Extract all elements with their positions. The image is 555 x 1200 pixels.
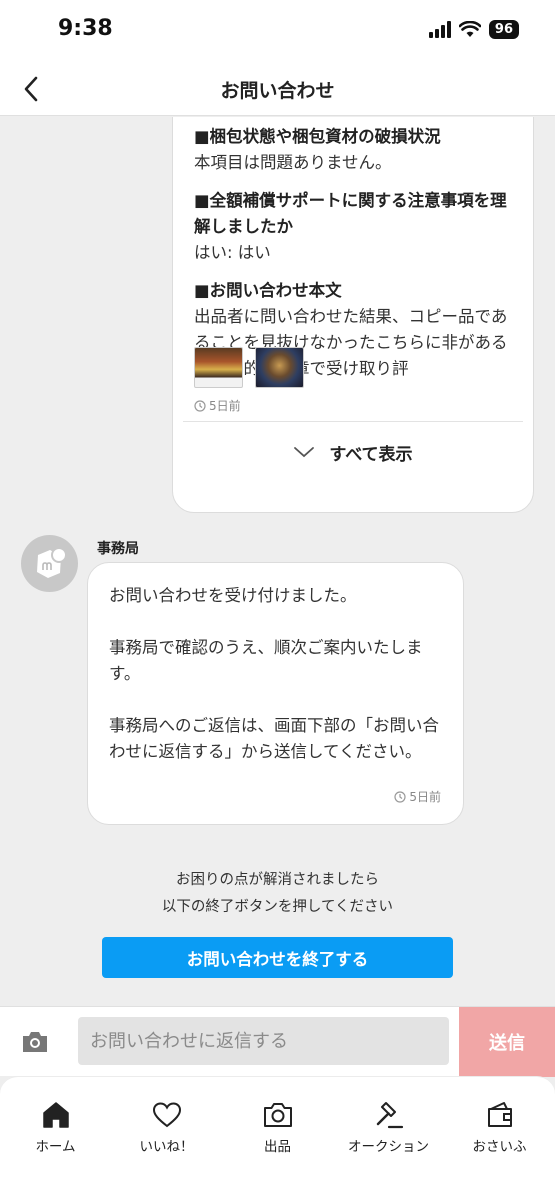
tab-label: いいね！ [139,1139,194,1155]
status-time: 9:38 [58,16,113,41]
end-inquiry-button[interactable]: お問い合わせを終了する [102,937,453,978]
tab-label: おさいふ [472,1139,527,1155]
timestamp-text: 5日前 [409,790,441,804]
reply-bar: 送信 [0,1006,555,1077]
home-icon [42,1102,69,1128]
section-text: はい: はい [194,243,271,262]
battery-indicator: 96 [488,20,519,39]
chevron-down-icon [294,447,315,458]
gavel-icon [376,1102,403,1129]
clock-icon [394,790,406,803]
camera-icon [23,1032,47,1052]
section-heading: ■梱包状態や梱包資材の破損状況 [194,127,441,146]
office-avatar [21,535,78,592]
wallet-icon [487,1102,512,1127]
office-message-bubble: お問い合わせを受け付けました。 事務局で確認のうえ、順次ご案内いたします。 事務… [87,562,464,825]
tab-sell[interactable]: 出品 [222,1077,333,1200]
tab-home[interactable]: ホーム [0,1077,111,1200]
nav-header: お問い合わせ [0,62,555,116]
mercari-logo-icon [37,547,67,578]
section-text: 本項目は問題ありません。 [194,153,392,172]
office-message-text: お問い合わせを受け付けました。 事務局で確認のうえ、順次ご案内いたします。 事務… [109,583,445,791]
message-section: ■梱包状態や梱包資材の破損状況 本項目は問題ありません。 [194,124,514,176]
timestamp-text: 5日前 [209,399,241,413]
camera-icon [263,1103,292,1127]
message-section: ■全額補償サポートに関する注意事項を理解しましたか はい: はい [194,188,514,266]
message-paragraph: 事務局で確認のうえ、順次ご案内いたします。 [109,638,423,683]
attached-images [194,347,304,388]
attached-image-thumbnail[interactable] [255,347,304,388]
tab-wallet[interactable]: おさいふ [444,1077,555,1200]
divider [183,421,523,422]
page-title: お問い合わせ [220,80,335,102]
cellular-signal-icon [428,21,451,38]
message-paragraph: お問い合わせを受け付けました。 [109,586,357,605]
notice-line: 以下の終了ボタンを押してください [161,899,394,915]
message-paragraph: 事務局へのご返信は、画面下部の「お問い合わせに返信する」から送信してください。 [109,716,439,761]
attach-photo-button[interactable] [20,1027,50,1057]
attached-image-thumbnail[interactable] [194,347,243,388]
chat-thread[interactable]: ■梱包状態や梱包資材の破損状況 本項目は問題ありません。 ■全額補償サポートに関… [0,117,555,1006]
message-timestamp: 5日前 [194,397,241,414]
tab-likes[interactable]: いいね！ [111,1077,222,1200]
tab-label: ホーム [35,1139,76,1155]
reply-input[interactable] [78,1017,449,1065]
section-heading: ■お問い合わせ本文 [194,281,342,300]
user-message-bubble: ■梱包状態や梱包資材の破損状況 本項目は問題ありません。 ■全額補償サポートに関… [172,117,534,513]
status-bar: 9:38 96 [0,0,555,62]
wifi-icon [458,21,481,37]
heart-icon [152,1102,181,1128]
clock-icon [194,399,206,412]
tab-auction[interactable]: オークション [333,1077,444,1200]
notice-line: お困りの点が解消されましたら [176,872,379,888]
close-inquiry-notice: お困りの点が解消されましたら 以下の終了ボタンを押してください [0,867,555,921]
message-timestamp: 5日前 [394,788,441,805]
tab-label: オークション [348,1139,429,1155]
send-button[interactable]: 送信 [459,1007,555,1077]
show-all-button[interactable]: すべて表示 [173,432,533,472]
tab-label: 出品 [264,1139,291,1155]
show-all-label: すべて表示 [329,444,413,465]
section-heading: ■全額補償サポートに関する注意事項を理解しましたか [194,191,507,236]
status-icons: 96 [428,20,519,39]
bottom-tab-bar: ホーム いいね！ 出品 オークション おさいふ [0,1076,555,1200]
sender-name: 事務局 [97,541,139,557]
